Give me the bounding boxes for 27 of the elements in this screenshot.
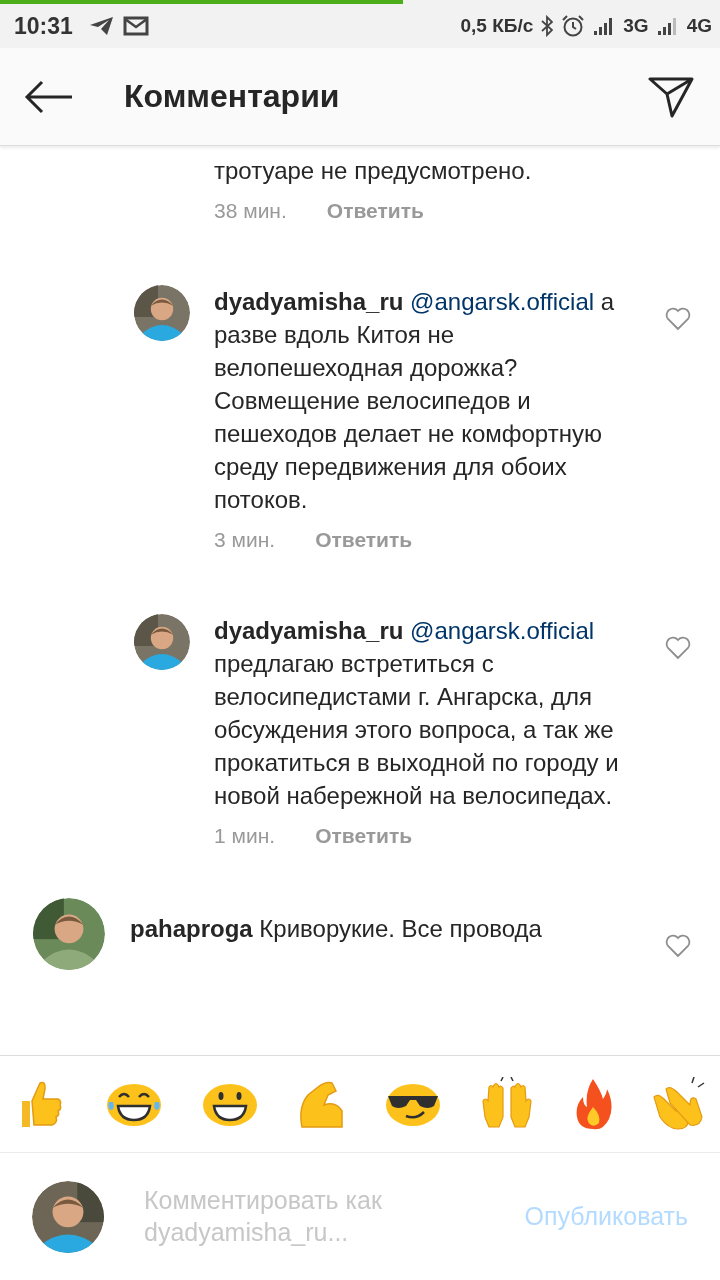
reply-button[interactable]: Ответить [326, 199, 424, 223]
network-speed: 0,5 КБ/с [460, 15, 534, 37]
comment-text: тротуаре не предусмотрено. [214, 156, 533, 186]
network-type: 3G [623, 15, 649, 37]
like-icon[interactable] [665, 636, 691, 660]
paper-plane-icon [88, 15, 115, 37]
comment-time: 1 мин. [214, 824, 276, 848]
like-icon[interactable] [665, 307, 691, 331]
comment-time: 38 мин. [214, 199, 287, 223]
publish-button[interactable]: Опубликовать [524, 1202, 688, 1231]
comment-text: dyadyamisha_ru @angarsk.official предлагаю встретиться с велосипедистами г. Ангарска, для обсуждения этого вопроса, а так же прокатиться в выходной по городу и новой набережной на велосипедах. [214, 616, 620, 811]
clock: 10:31 [14, 12, 73, 40]
comment-field[interactable]: Комментировать как dyadyamisha_ru... [144, 1183, 485, 1250]
reply-button[interactable]: Ответить [315, 824, 413, 848]
alarm-icon [561, 14, 586, 38]
bluetooth-icon [541, 15, 554, 37]
signal-icon [656, 16, 679, 36]
comment-text: dyadyamisha_ru @angarsk.official а разве вдоль Китоя не велопешеходная дорожка? Совмещение велосипедов и пешеходов делает не комфортную среду передвижения для обоих потоков. [214, 287, 616, 515]
network-type: 4G [686, 15, 712, 37]
page-title: Комментарии [124, 78, 340, 115]
mention-link[interactable]: @angarsk.official [410, 617, 595, 644]
mention-link[interactable]: @angarsk.official [410, 288, 595, 315]
reply-button[interactable]: Ответить [315, 528, 413, 552]
comment-text: pahaproga Криворукие. Все провода [130, 914, 543, 944]
comment-time: 3 мин. [214, 528, 276, 552]
like-icon[interactable] [665, 934, 691, 958]
mail-icon [122, 16, 149, 36]
